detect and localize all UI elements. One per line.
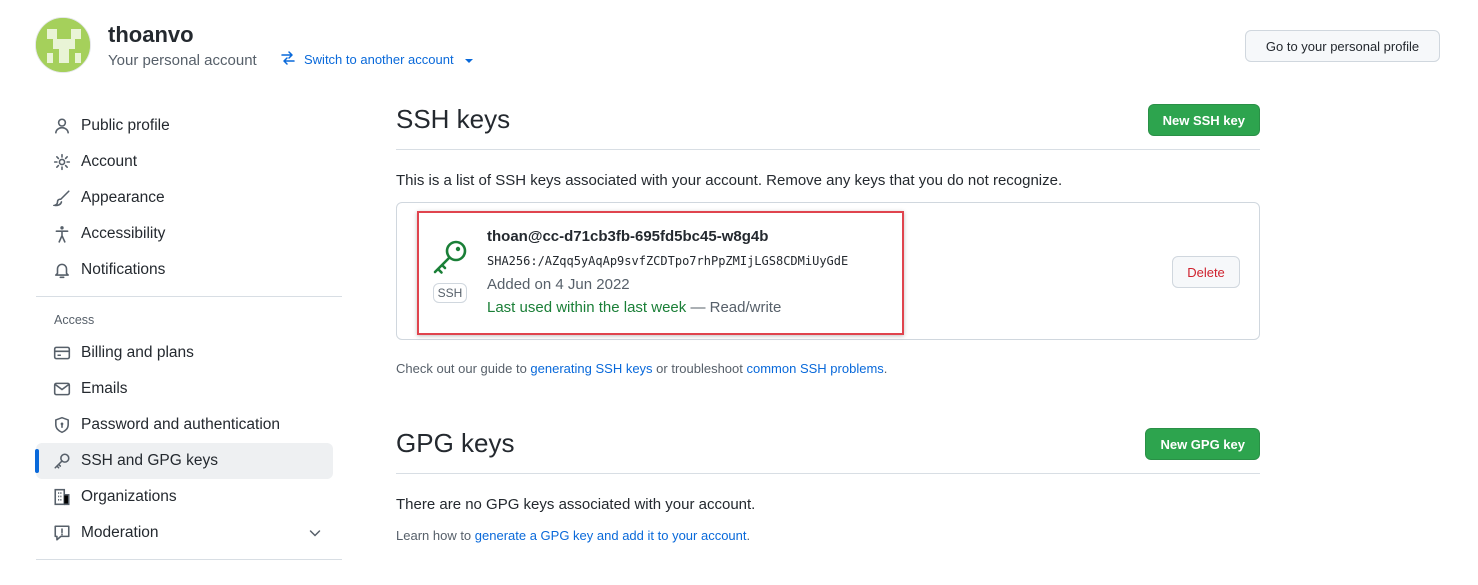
common-ssh-problems-link[interactable]: common SSH problems (747, 361, 884, 376)
ssh-key-usage: Last used within the last week — Read/wr… (487, 299, 781, 316)
sidebar-item-label: Public profile (81, 117, 170, 134)
key-icon (52, 451, 72, 471)
organization-icon (52, 487, 72, 507)
sidebar-item-emails[interactable]: Emails (36, 371, 333, 407)
sidebar-item-ssh-gpg-keys[interactable]: SSH and GPG keys (35, 443, 333, 479)
guide-prefix: Check out our guide to (396, 361, 531, 376)
learn-prefix: Learn how to (396, 528, 475, 543)
sidebar-item-billing[interactable]: Billing and plans (36, 335, 333, 371)
gear-icon (52, 152, 72, 172)
main-content: SSH keys New SSH key This is a list of S… (396, 100, 1260, 543)
sidebar-divider (36, 296, 342, 297)
person-icon (52, 116, 72, 136)
sidebar-item-label: SSH and GPG keys (81, 452, 218, 469)
sidebar-item-account[interactable]: Account (36, 144, 333, 180)
ssh-key-fingerprint: SHA256:/AZqq5yAqAp9svfZCDTpo7rhPpZMIjLGS… (487, 254, 849, 268)
paintbrush-icon (52, 188, 72, 208)
account-subtitle: Your personal account (108, 52, 257, 69)
delete-ssh-key-button[interactable]: Delete (1172, 256, 1240, 288)
avatar[interactable] (35, 17, 91, 73)
sidebar-item-label: Moderation (81, 524, 159, 541)
guide-suffix: . (883, 361, 888, 376)
shield-lock-icon (52, 415, 72, 435)
sidebar-item-label: Organizations (81, 488, 177, 505)
new-gpg-key-button[interactable]: New GPG key (1145, 428, 1260, 460)
sidebar-item-public-profile[interactable]: Public profile (36, 108, 333, 144)
settings-sidebar: Public profile Account Appearance Access… (35, 108, 342, 568)
mail-icon (52, 379, 72, 399)
sidebar-item-password-authentication[interactable]: Password and authentication (36, 407, 333, 443)
gpg-learn-text: Learn how to generate a GPG key and add … (396, 528, 1260, 543)
sidebar-item-label: Billing and plans (81, 344, 194, 361)
sidebar-section-access: Access (54, 313, 95, 327)
gpg-keys-description: There are no GPG keys associated with yo… (396, 496, 756, 513)
key-icon (431, 237, 471, 282)
ssh-key-added-date: Added on 4 Jun 2022 (487, 276, 630, 293)
ssh-key-title: thoan@cc-d71cb3fb-695fd5bc45-w8g4b (487, 228, 769, 245)
sidebar-item-label: Appearance (81, 189, 165, 206)
ssh-keys-title: SSH keys (396, 104, 511, 134)
caret-down-icon (464, 58, 473, 63)
new-ssh-key-button[interactable]: New SSH key (1147, 104, 1260, 136)
credit-card-icon (52, 343, 72, 363)
accessibility-icon (52, 224, 72, 244)
generate-gpg-key-link[interactable]: generate a GPG key and add it to your ac… (475, 528, 747, 543)
ssh-badge: SSH (433, 283, 467, 303)
guide-middle: or troubleshoot (652, 361, 747, 376)
sidebar-item-label: Notifications (81, 261, 166, 278)
ssh-key-item: SSH thoan@cc-d71cb3fb-695fd5bc45-w8g4b S… (396, 202, 1260, 340)
sidebar-item-notifications[interactable]: Notifications (36, 252, 333, 288)
go-to-profile-button[interactable]: Go to your personal profile (1245, 30, 1440, 62)
chevron-down-icon[interactable] (307, 525, 323, 546)
learn-suffix: . (746, 528, 751, 543)
ssh-keys-description: This is a list of SSH keys associated wi… (396, 172, 1063, 189)
sidebar-divider (36, 559, 342, 560)
sidebar-item-appearance[interactable]: Appearance (36, 180, 333, 216)
sidebar-item-moderation[interactable]: Moderation (36, 515, 333, 551)
bell-icon (52, 260, 72, 280)
sidebar-item-label: Password and authentication (81, 416, 281, 433)
sidebar-item-label: Account (81, 153, 138, 170)
gpg-keys-section: GPG keys New GPG key There are no GPG ke… (396, 424, 1260, 543)
username: thoanvo (108, 22, 194, 47)
arrow-switch-icon (280, 50, 296, 69)
ssh-keys-header: SSH keys New SSH key (396, 100, 1260, 150)
sidebar-item-label: Accessibility (81, 225, 166, 242)
ssh-key-last-used: Last used within the last week (487, 299, 687, 316)
switch-account-link[interactable]: Switch to another account (280, 50, 473, 69)
sidebar-item-organizations[interactable]: Organizations (36, 479, 333, 515)
gpg-keys-title: GPG keys (396, 428, 515, 458)
switch-account-label: Switch to another account (304, 52, 454, 67)
ssh-key-access: — Read/write (686, 299, 782, 316)
sidebar-item-label: Emails (81, 380, 128, 397)
sidebar-item-accessibility[interactable]: Accessibility (36, 216, 333, 252)
generating-ssh-keys-link[interactable]: generating SSH keys (530, 361, 652, 376)
ssh-guide-text: Check out our guide to generating SSH ke… (396, 361, 1260, 376)
report-icon (52, 523, 72, 543)
gpg-keys-header: GPG keys New GPG key (396, 424, 1260, 474)
